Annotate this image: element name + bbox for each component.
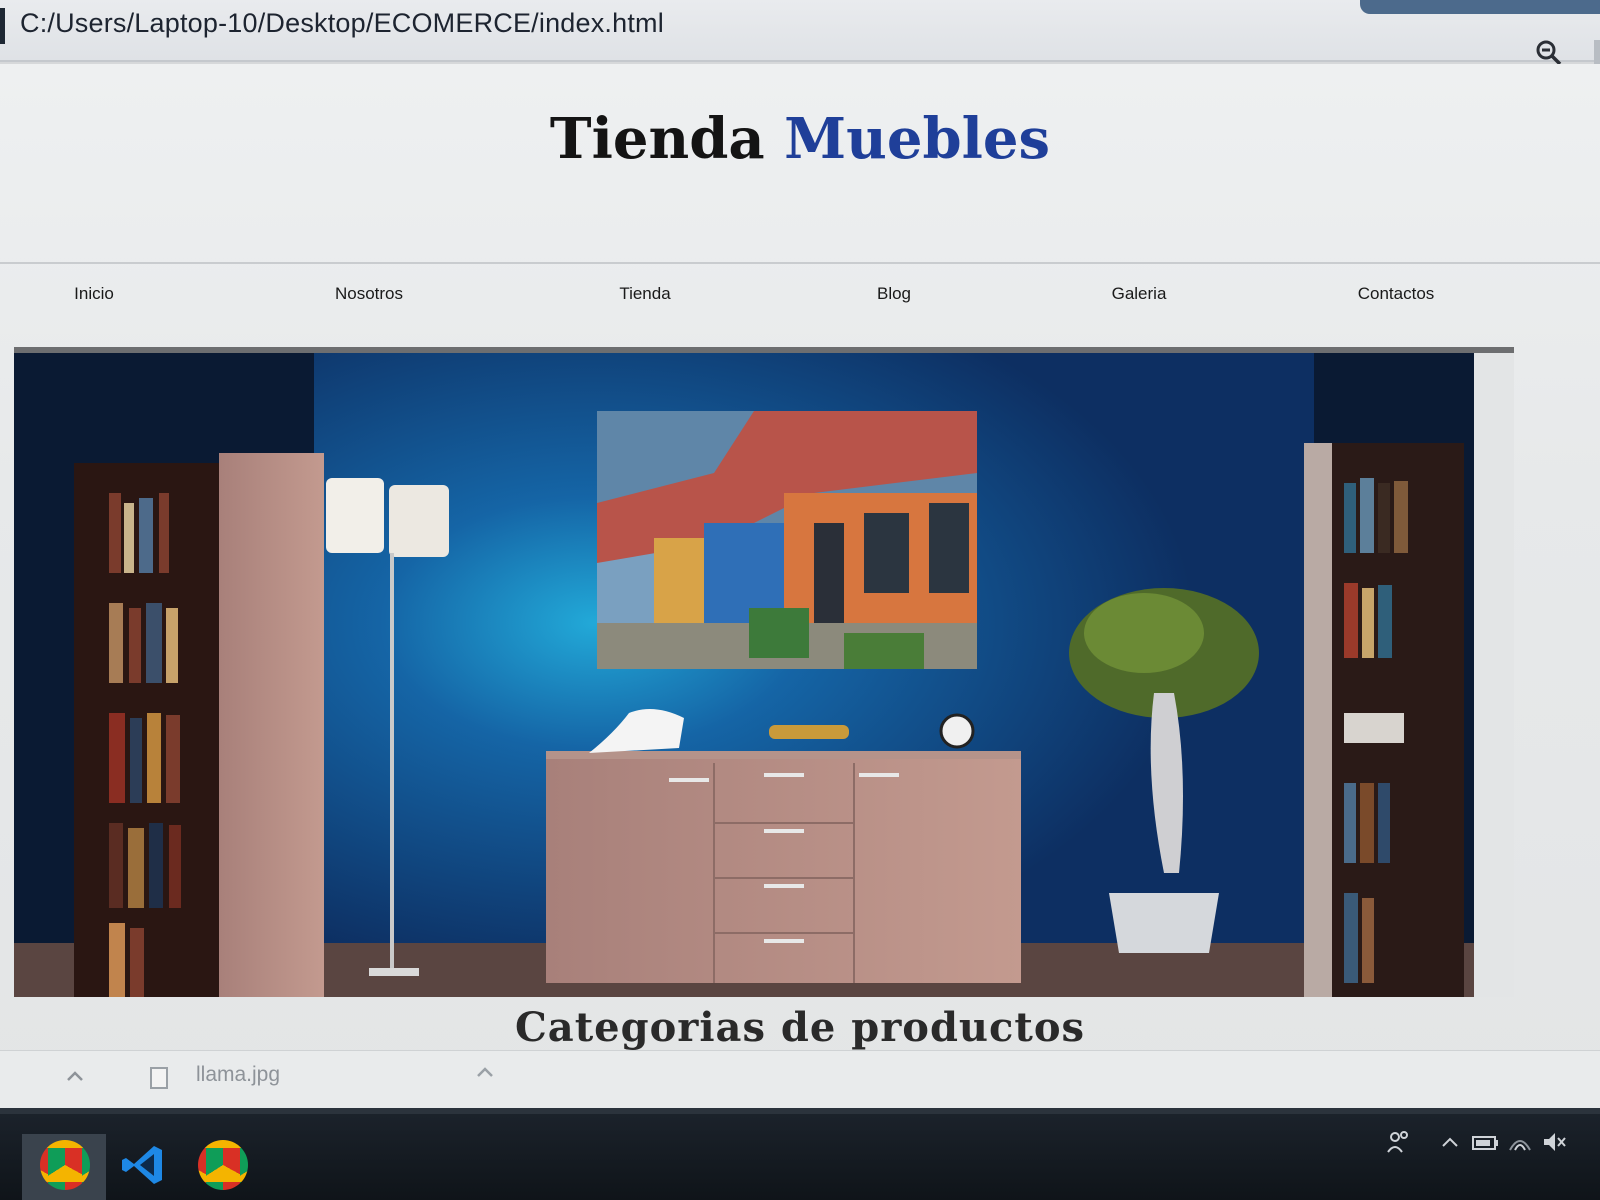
chevron-up-icon[interactable] bbox=[64, 1065, 86, 1087]
nav-nosotros[interactable]: Nosotros bbox=[335, 284, 403, 304]
nav-contactos[interactable]: Contactos bbox=[1358, 284, 1435, 304]
nav-blog[interactable]: Blog bbox=[877, 284, 911, 304]
browser-address-bar: C:/Users/Laptop-10/Desktop/ECOMERCE/inde… bbox=[0, 0, 1600, 66]
nav-galeria[interactable]: Galeria bbox=[1112, 284, 1167, 304]
site-title: Tienda Muebles bbox=[0, 106, 1600, 172]
window-edge bbox=[0, 8, 5, 44]
header-divider bbox=[0, 262, 1600, 264]
windows-taskbar bbox=[0, 1108, 1600, 1200]
battery-icon bbox=[1472, 1136, 1498, 1150]
download-file-name[interactable]: llama.jpg bbox=[196, 1063, 280, 1087]
address-url[interactable]: C:/Users/Laptop-10/Desktop/ECOMERCE/inde… bbox=[20, 8, 664, 39]
volume-muted-icon[interactable] bbox=[1540, 1128, 1568, 1156]
people-icon[interactable] bbox=[1384, 1128, 1414, 1156]
vscode-icon[interactable] bbox=[118, 1140, 168, 1190]
chrome-icon[interactable] bbox=[198, 1140, 248, 1190]
main-nav: Inicio Nosotros Tienda Blog Galeria Cont… bbox=[0, 284, 1600, 324]
chrome-icon[interactable] bbox=[40, 1140, 90, 1190]
browser-tab[interactable] bbox=[1360, 0, 1600, 14]
section-title: Categorias de productos bbox=[514, 1004, 1086, 1051]
chevron-up-icon[interactable] bbox=[474, 1061, 496, 1083]
toolbar-edge bbox=[1594, 40, 1600, 66]
wifi-icon[interactable] bbox=[1506, 1128, 1534, 1156]
image-file-icon bbox=[150, 1067, 168, 1089]
hero-image bbox=[14, 347, 1514, 997]
nav-inicio[interactable]: Inicio bbox=[74, 284, 114, 304]
chevron-up-icon[interactable] bbox=[1438, 1128, 1462, 1156]
site-title-accent: Muebles bbox=[784, 106, 1051, 172]
web-page: Tienda Muebles Inicio Nosotros Tienda Bl… bbox=[0, 64, 1600, 1104]
site-title-main: Tienda bbox=[549, 106, 765, 172]
nav-tienda[interactable]: Tienda bbox=[619, 284, 670, 304]
taskbar-top-strip bbox=[0, 1108, 1600, 1114]
